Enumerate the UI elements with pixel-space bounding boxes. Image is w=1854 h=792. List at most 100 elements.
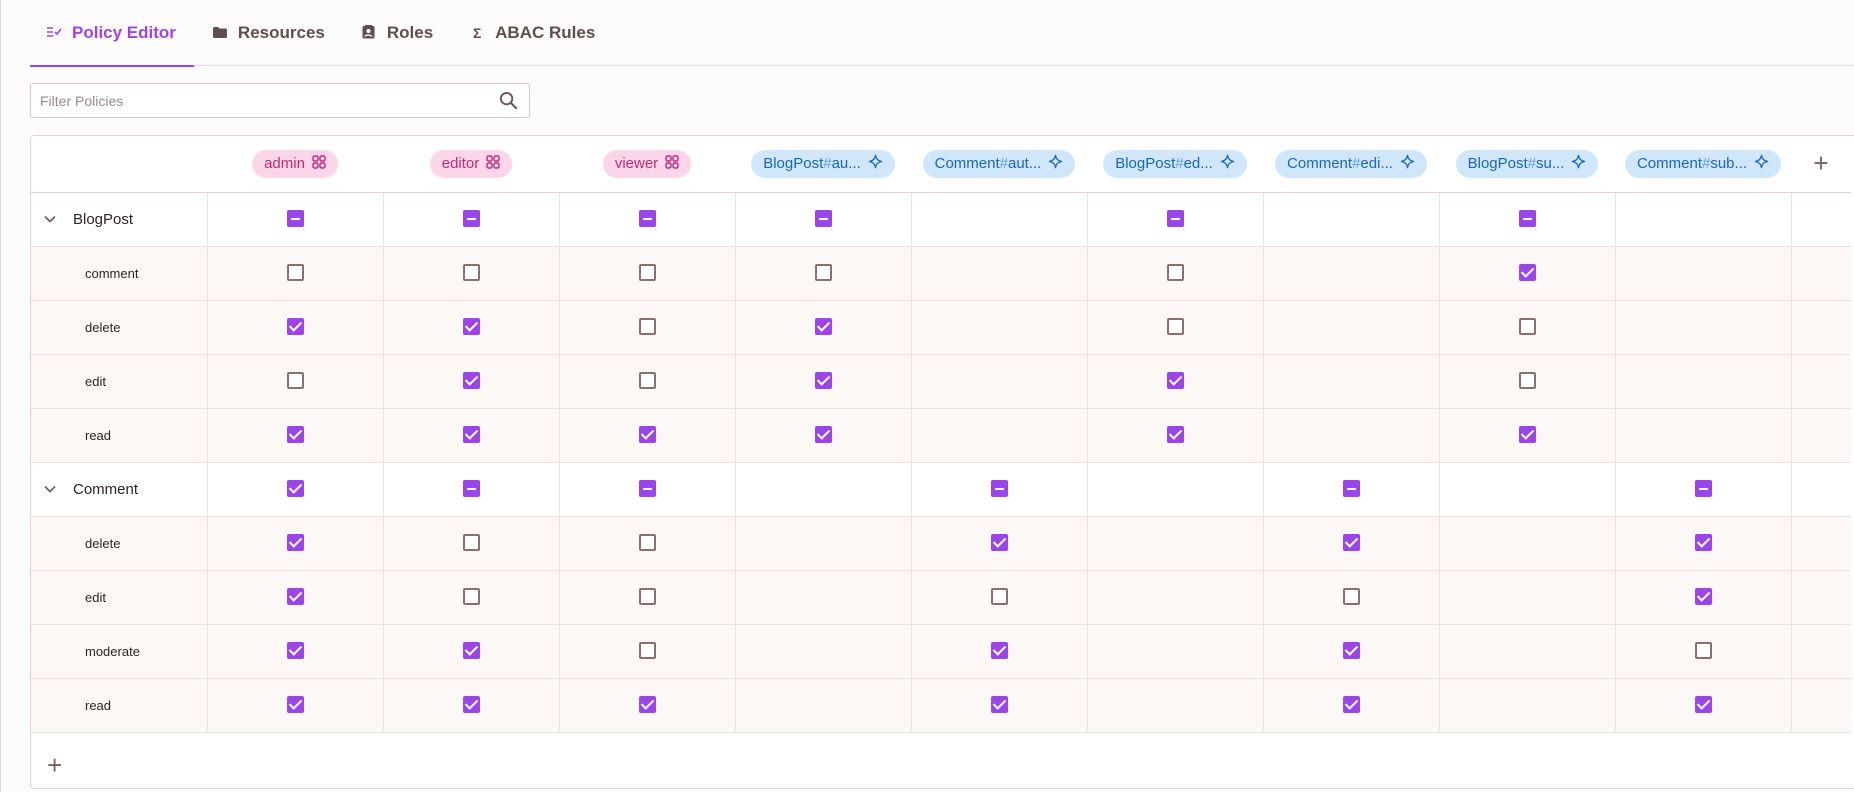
column-header: BlogPost#ed... xyxy=(1087,136,1263,193)
permission-cell xyxy=(1439,516,1616,571)
permission-checkbox-unchecked[interactable] xyxy=(1518,372,1536,390)
permission-checkbox-unchecked[interactable] xyxy=(638,264,656,282)
permission-checkbox-checked[interactable] xyxy=(462,372,480,390)
permission-cell xyxy=(383,678,560,733)
permission-checkbox-checked[interactable] xyxy=(462,642,480,660)
permission-checkbox-partial[interactable] xyxy=(1166,210,1184,228)
permission-cell xyxy=(207,678,384,733)
permission-checkbox-unchecked[interactable] xyxy=(1342,588,1360,606)
permission-checkbox-unchecked[interactable] xyxy=(638,372,656,390)
role-chip[interactable]: viewer xyxy=(602,149,692,178)
filter-policies-input[interactable] xyxy=(31,92,487,109)
permission-checkbox-partial[interactable] xyxy=(462,210,480,228)
permission-checkbox-checked[interactable] xyxy=(814,318,832,336)
permission-checkbox-partial[interactable] xyxy=(1342,480,1360,498)
permission-checkbox-checked[interactable] xyxy=(990,696,1008,714)
permission-checkbox-checked[interactable] xyxy=(286,480,304,498)
permission-checkbox-checked[interactable] xyxy=(286,426,304,444)
tab-abac-rules[interactable]: Σ ABAC Rules xyxy=(451,0,613,66)
permission-checkbox-checked[interactable] xyxy=(286,642,304,660)
permission-checkbox-partial[interactable] xyxy=(286,210,304,228)
permission-checkbox-checked[interactable] xyxy=(1342,642,1360,660)
permission-checkbox-checked[interactable] xyxy=(1694,534,1712,552)
permission-checkbox-unchecked[interactable] xyxy=(462,264,480,282)
permission-checkbox-checked[interactable] xyxy=(1166,372,1184,390)
tab-policy-editor[interactable]: Policy Editor xyxy=(30,0,194,67)
permission-cell xyxy=(559,462,736,517)
chip-label: BlogPost#ed... xyxy=(1115,155,1213,172)
permission-checkbox-checked[interactable] xyxy=(1342,696,1360,714)
permission-checkbox-unchecked[interactable] xyxy=(638,318,656,336)
tab-resources[interactable]: Resources xyxy=(194,0,343,66)
tab-label: ABAC Rules xyxy=(495,23,596,42)
permission-cell xyxy=(1263,570,1440,625)
permission-checkbox-checked[interactable] xyxy=(462,696,480,714)
permission-checkbox-checked[interactable] xyxy=(638,696,656,714)
permission-checkbox-checked[interactable] xyxy=(1518,426,1536,444)
permission-checkbox-partial[interactable] xyxy=(1694,480,1712,498)
abac-rule-chip[interactable]: Comment#sub... xyxy=(1624,149,1782,178)
permission-checkbox-unchecked[interactable] xyxy=(638,534,656,552)
resource-column-header xyxy=(31,136,207,193)
permission-checkbox-checked[interactable] xyxy=(990,534,1008,552)
permission-checkbox-unchecked[interactable] xyxy=(990,588,1008,606)
permission-checkbox-unchecked[interactable] xyxy=(1518,318,1536,336)
spacer-cell xyxy=(1791,570,1851,625)
permission-checkbox-partial[interactable] xyxy=(638,210,656,228)
chip-label: viewer xyxy=(615,155,658,172)
permission-checkbox-partial[interactable] xyxy=(990,480,1008,498)
permission-checkbox-checked[interactable] xyxy=(286,318,304,336)
permission-checkbox-unchecked[interactable] xyxy=(814,264,832,282)
permission-checkbox-partial[interactable] xyxy=(638,480,656,498)
permission-checkbox-checked[interactable] xyxy=(1694,588,1712,606)
abac-rule-chip[interactable]: Comment#aut... xyxy=(922,149,1076,178)
action-name: read xyxy=(85,427,112,443)
abac-rule-chip[interactable]: Comment#edi... xyxy=(1275,149,1427,178)
role-group-icon xyxy=(312,155,326,173)
rule-resource: BlogPost xyxy=(1467,155,1528,173)
permission-checkbox-unchecked[interactable] xyxy=(462,588,480,606)
permission-checkbox-unchecked[interactable] xyxy=(286,372,304,390)
permission-checkbox-unchecked[interactable] xyxy=(638,588,656,606)
permission-checkbox-unchecked[interactable] xyxy=(286,264,304,282)
role-chip[interactable]: admin xyxy=(252,149,338,178)
permission-checkbox-unchecked[interactable] xyxy=(638,642,656,660)
permission-checkbox-unchecked[interactable] xyxy=(462,534,480,552)
table-header-row: admin editor viewer BlogPost#au... Comment#a… xyxy=(31,136,1851,193)
permission-checkbox-unchecked[interactable] xyxy=(1166,264,1184,282)
permission-checkbox-checked[interactable] xyxy=(1166,426,1184,444)
abac-rule-chip[interactable]: BlogPost#ed... xyxy=(1103,149,1247,178)
chevron-down-icon[interactable] xyxy=(43,212,57,226)
abac-rule-chip[interactable]: BlogPost#au... xyxy=(751,149,895,178)
permission-checkbox-unchecked[interactable] xyxy=(1694,642,1712,660)
rule-name: au... xyxy=(831,155,861,173)
permission-checkbox-partial[interactable] xyxy=(814,210,832,228)
permission-checkbox-checked[interactable] xyxy=(286,534,304,552)
permission-checkbox-unchecked[interactable] xyxy=(1166,318,1184,336)
add-resource-button[interactable]: + xyxy=(47,752,62,778)
action-name-cell: edit xyxy=(31,570,208,625)
permission-checkbox-checked[interactable] xyxy=(638,426,656,444)
permission-checkbox-checked[interactable] xyxy=(462,426,480,444)
rule-separator: # xyxy=(999,155,1008,173)
permission-checkbox-checked[interactable] xyxy=(1694,696,1712,714)
tab-roles[interactable]: Roles xyxy=(343,0,451,66)
permission-checkbox-checked[interactable] xyxy=(1518,264,1536,282)
permission-cell xyxy=(1615,246,1792,301)
role-chip[interactable]: editor xyxy=(429,149,513,178)
permission-checkbox-partial[interactable] xyxy=(462,480,480,498)
permission-cell xyxy=(1263,462,1440,517)
permission-checkbox-checked[interactable] xyxy=(990,642,1008,660)
permission-checkbox-checked[interactable] xyxy=(1342,534,1360,552)
permission-checkbox-checked[interactable] xyxy=(286,588,304,606)
search-icon[interactable] xyxy=(487,84,529,117)
permission-checkbox-partial[interactable] xyxy=(1518,210,1536,228)
permission-checkbox-checked[interactable] xyxy=(286,696,304,714)
chevron-down-icon[interactable] xyxy=(43,482,57,496)
permission-checkbox-checked[interactable] xyxy=(814,426,832,444)
permission-checkbox-checked[interactable] xyxy=(462,318,480,336)
permission-cell xyxy=(1615,624,1792,679)
permission-checkbox-checked[interactable] xyxy=(814,372,832,390)
add-column-button[interactable]: + xyxy=(1813,148,1828,178)
abac-rule-chip[interactable]: BlogPost#su... xyxy=(1455,149,1599,178)
